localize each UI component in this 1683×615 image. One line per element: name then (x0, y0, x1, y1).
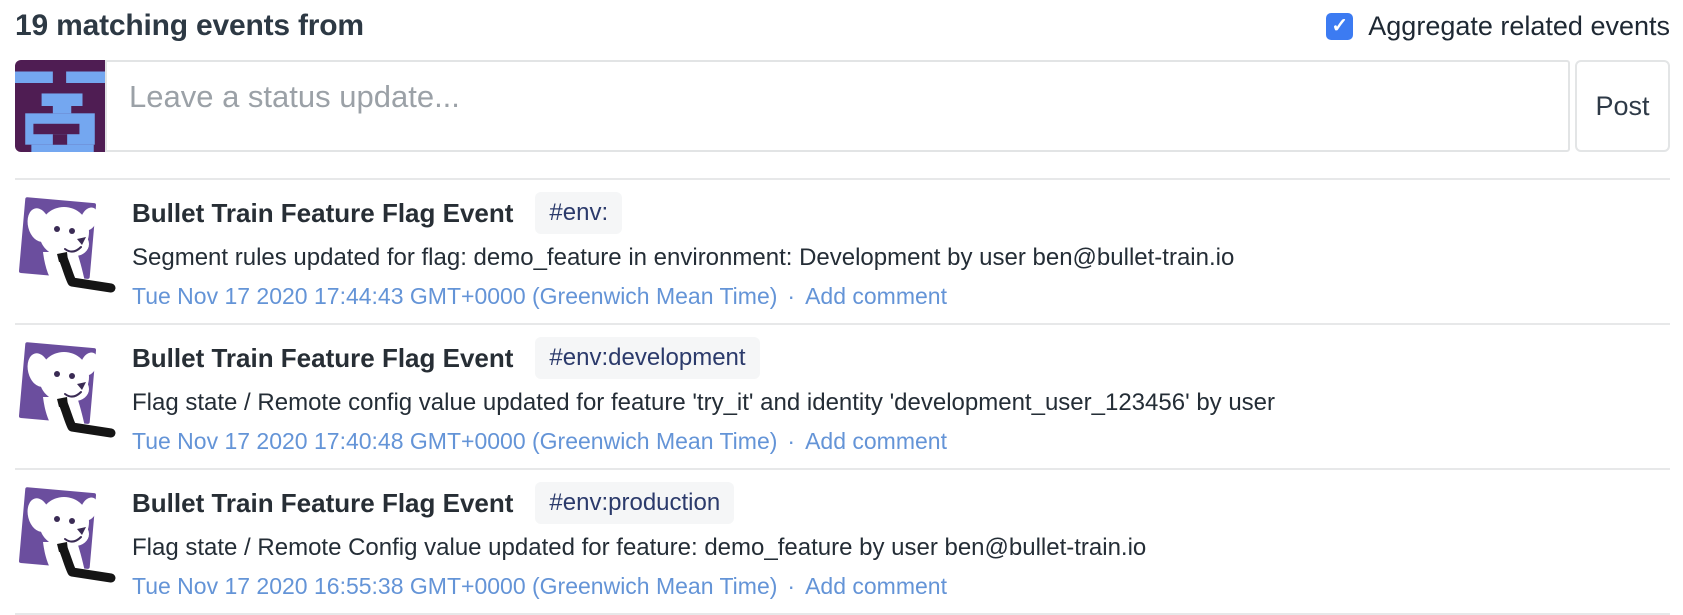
event-row: Bullet Train Feature Flag Event #env:dev… (15, 325, 1670, 468)
env-tag-badge[interactable]: #env: (535, 192, 622, 234)
datadog-bits-avatar (15, 194, 105, 300)
datadog-dog-icon (15, 194, 123, 294)
pixel-identicon-icon (15, 60, 105, 152)
event-description: Flag state / Remote Config value updated… (132, 532, 1670, 564)
event-content: Bullet Train Feature Flag Event #env: Se… (132, 192, 1670, 311)
post-button[interactable]: Post (1575, 60, 1670, 152)
page-title: 19 matching events from (15, 9, 364, 43)
event-timestamp: Tue Nov 17 2020 16:55:38 GMT+0000 (Green… (132, 571, 777, 601)
event-stream: Bullet Train Feature Flag Event #env: Se… (15, 178, 1670, 615)
event-title: Bullet Train Feature Flag Event (132, 341, 513, 375)
add-comment-link[interactable]: Add comment (805, 426, 947, 456)
checkmark-icon: ✓ (1331, 16, 1348, 36)
event-description: Segment rules updated for flag: demo_fea… (132, 242, 1670, 274)
header: 19 matching events from ✓ Aggregate rela… (0, 0, 1683, 43)
datadog-bits-avatar (15, 484, 105, 590)
aggregate-checkbox-label: Aggregate related events (1368, 11, 1670, 42)
datadog-dog-icon (15, 484, 123, 584)
event-meta: Tue Nov 17 2020 17:44:43 GMT+0000 (Green… (132, 281, 1670, 311)
meta-separator: · (787, 571, 795, 601)
user-identicon-avatar (15, 60, 105, 152)
status-update-input[interactable] (107, 62, 1568, 150)
event-row: Bullet Train Feature Flag Event #env:pro… (15, 470, 1670, 613)
aggregate-related-events-toggle[interactable]: ✓ Aggregate related events (1326, 11, 1670, 42)
event-meta: Tue Nov 17 2020 16:55:38 GMT+0000 (Green… (132, 571, 1670, 601)
event-timestamp: Tue Nov 17 2020 17:40:48 GMT+0000 (Green… (132, 426, 777, 456)
status-update-box (105, 60, 1570, 152)
event-title: Bullet Train Feature Flag Event (132, 196, 513, 230)
meta-separator: · (787, 426, 795, 456)
event-meta: Tue Nov 17 2020 17:40:48 GMT+0000 (Green… (132, 426, 1670, 456)
add-comment-link[interactable]: Add comment (805, 571, 947, 601)
event-content: Bullet Train Feature Flag Event #env:pro… (132, 482, 1670, 601)
event-stream-page: 19 matching events from ✓ Aggregate rela… (0, 0, 1683, 606)
event-row: Bullet Train Feature Flag Event #env: Se… (15, 180, 1670, 323)
meta-separator: · (787, 281, 795, 311)
event-content: Bullet Train Feature Flag Event #env:dev… (132, 337, 1670, 456)
event-description: Flag state / Remote config value updated… (132, 387, 1670, 419)
add-comment-link[interactable]: Add comment (805, 281, 947, 311)
env-tag-badge[interactable]: #env:production (535, 482, 734, 524)
event-title-row: Bullet Train Feature Flag Event #env: (132, 192, 1670, 234)
event-title: Bullet Train Feature Flag Event (132, 486, 513, 520)
datadog-bits-avatar (15, 339, 105, 445)
event-title-row: Bullet Train Feature Flag Event #env:dev… (132, 337, 1670, 379)
event-timestamp: Tue Nov 17 2020 17:44:43 GMT+0000 (Green… (132, 281, 777, 311)
env-tag-badge[interactable]: #env:development (535, 337, 759, 379)
status-composer: Post (15, 60, 1670, 152)
event-title-row: Bullet Train Feature Flag Event #env:pro… (132, 482, 1670, 524)
datadog-dog-icon (15, 339, 123, 439)
aggregate-checkbox[interactable]: ✓ (1326, 13, 1353, 40)
